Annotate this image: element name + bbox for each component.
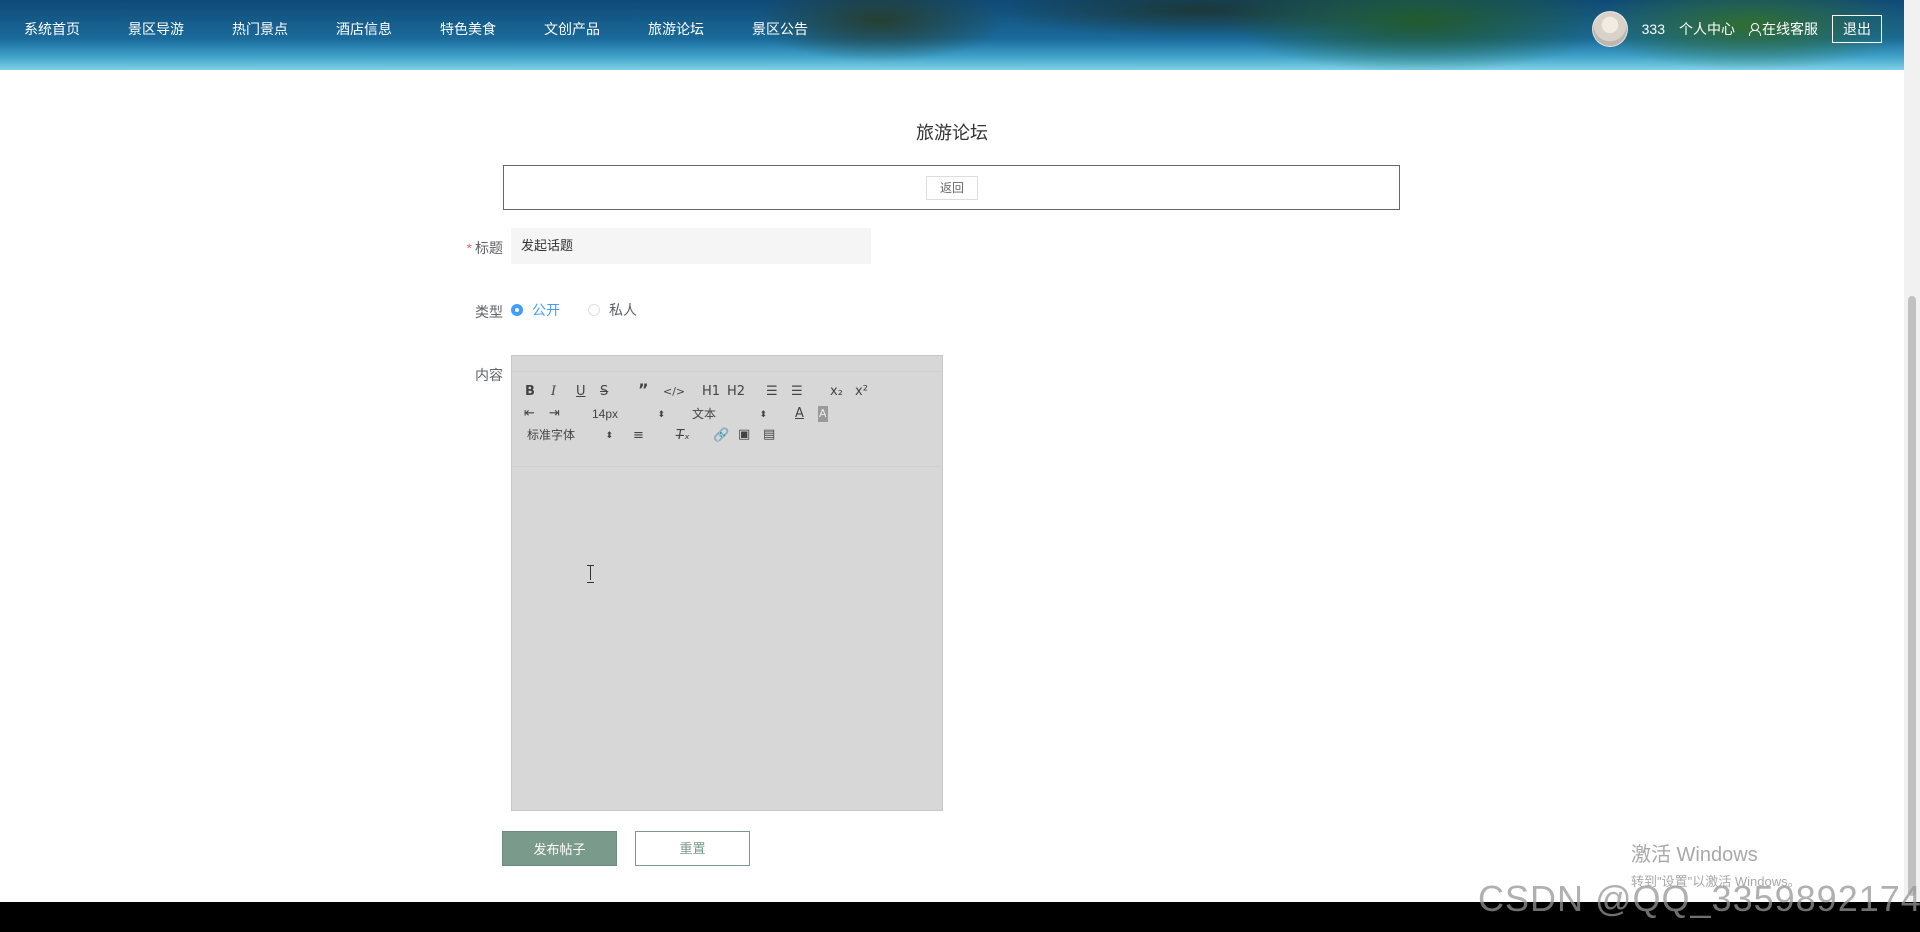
link-icon[interactable]: 🔗 [713,428,729,444]
font-size-select[interactable]: 14px ⬍ [592,406,665,422]
select-arrow-icon: ⬍ [759,409,767,419]
background-color-icon[interactable]: A [818,406,828,422]
radio-private-label: 私人 [609,302,637,318]
nav-item-food[interactable]: 特色美食 [416,0,520,58]
back-bar: 返回 [503,165,1400,210]
user-area: 333 个人中心 在线客服 退出 [1591,0,1882,58]
radio-public[interactable]: 公开 [511,300,560,320]
indent-icon[interactable]: ⇥ [549,406,560,422]
superscript-icon[interactable]: x² [855,384,868,400]
type-radio-group: 公开 私人 [511,300,637,320]
required-mark: * [466,240,472,256]
align-icon[interactable]: ≡ [633,428,644,444]
clear-format-icon[interactable]: T̶ₓ [676,428,690,444]
page-scrollbar[interactable] [1904,0,1920,902]
radio-public-dot [511,304,523,316]
scrollbar-thumb[interactable] [1908,296,1916,896]
bold-button[interactable]: B [525,384,535,400]
strike-button[interactable]: S [600,384,608,400]
reset-button[interactable]: 重置 [635,831,750,866]
ordered-list-icon[interactable]: ☰ [766,384,778,400]
select-arrow-icon: ⬍ [657,409,665,419]
video-icon[interactable]: ▤ [763,427,775,443]
top-navigation-bar: 系统首页 景区导游 热门景点 酒店信息 特色美食 文创产品 旅游论坛 景区公告 … [0,0,1904,70]
nav-item-notices[interactable]: 景区公告 [728,0,832,58]
user-icon [1749,23,1761,36]
profile-link[interactable]: 个人中心 [1679,19,1735,39]
publish-post-button[interactable]: 发布帖子 [502,831,617,866]
bullet-list-icon[interactable]: ☰ [791,384,803,400]
underline-button[interactable]: U [576,384,586,400]
title-label: * 标题 [423,238,503,258]
font-size-value: 14px [592,407,619,421]
font-family-value: 标准字体 [527,428,576,442]
heading1-button[interactable]: H1 [702,384,720,400]
logout-button[interactable]: 退出 [1832,15,1882,43]
online-service-label: 在线客服 [1762,21,1818,37]
block-type-select[interactable]: 文本 ⬍ [692,406,767,422]
block-type-value: 文本 [692,407,717,421]
activation-title: 激活 Windows [1631,844,1758,866]
font-family-select[interactable]: 标准字体 ⬍ [527,427,613,443]
subscript-icon[interactable]: x₂ [830,384,843,400]
editor-content-area[interactable] [512,468,942,810]
code-icon[interactable]: </> [663,384,685,400]
title-label-text: 标题 [475,240,503,256]
nav-item-attractions[interactable]: 热门景点 [208,0,312,58]
csdn-watermark: CSDN @QQ_3359892174 [1478,878,1920,919]
page-title: 旅游论坛 [916,123,988,143]
avatar[interactable] [1591,11,1628,47]
nav-item-home[interactable]: 系统首页 [0,0,104,58]
back-button[interactable]: 返回 [926,176,978,200]
select-arrow-icon: ⬍ [605,430,613,440]
radio-public-label: 公开 [532,302,560,318]
username: 333 [1641,21,1665,37]
content-label: 内容 [475,367,503,383]
nav-item-products[interactable]: 文创产品 [520,0,624,58]
blockquote-icon[interactable]: ” [638,382,649,398]
nav-item-forum[interactable]: 旅游论坛 [624,0,728,58]
online-service-link[interactable]: 在线客服 [1749,19,1818,39]
nav-item-hotels[interactable]: 酒店信息 [312,0,416,58]
outdent-icon[interactable]: ⇤ [524,406,535,422]
heading2-button[interactable]: H2 [727,384,745,400]
radio-private[interactable]: 私人 [588,300,637,320]
italic-button[interactable]: I [551,384,556,400]
nav-item-guide[interactable]: 景区导游 [104,0,208,58]
text-cursor-icon [587,565,595,583]
main-nav: 系统首页 景区导游 热门景点 酒店信息 特色美食 文创产品 旅游论坛 景区公告 [0,0,832,58]
type-label: 类型 [475,304,503,320]
rich-text-editor: B I U S ” </> H1 H2 ☰ ☰ x₂ x² ⇤ ⇥ 14px ⬍ … [511,355,943,811]
radio-private-dot [588,304,600,316]
font-color-icon[interactable]: A [795,406,804,422]
image-icon[interactable]: ▣ [738,427,750,443]
title-input[interactable]: 发起话题 [511,228,871,264]
editor-toolbar: B I U S ” </> H1 H2 ☰ ☰ x₂ x² ⇤ ⇥ 14px ⬍ … [512,371,942,467]
